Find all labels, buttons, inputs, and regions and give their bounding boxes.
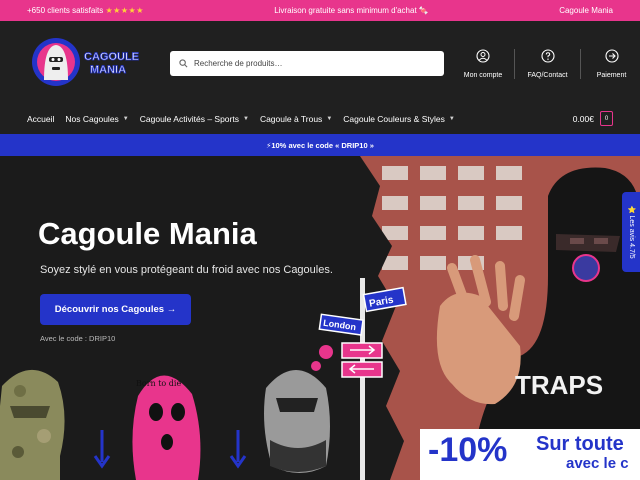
chevron-down-icon: ▼ (326, 115, 333, 122)
hero-section: TRAPS Paris London Born to die Cagoule M… (0, 156, 640, 480)
camo-balaclava-image (0, 369, 65, 480)
nav-item-label: Cagoule Activités – Sports (139, 113, 239, 124)
hero-promo-code: Avec le code : DRIP10 (40, 334, 116, 343)
site-header: CAGOULE MANIA Recherche de produits… Mon… (0, 21, 640, 103)
main-navigation: Accueil Nos Cagoules ▼ Cagoule Activités… (0, 103, 640, 134)
user-icon (476, 49, 490, 63)
satisfied-clients: +650 clients satisfaits ★★★★★ (27, 6, 144, 15)
grey-balaclava-image (264, 370, 330, 473)
nav-item-cagoule-a-trous[interactable]: Cagoule à Trous ▼ (260, 114, 332, 124)
cart-total: 0.00€ (572, 113, 594, 124)
header-actions: Mon compte FAQ/Contact Paiement (452, 49, 640, 79)
site-logo[interactable]: CAGOULE MANIA (30, 36, 145, 88)
search-placeholder: Recherche de produits… (194, 59, 283, 68)
search-icon (179, 59, 188, 68)
account-label: Mon compte (463, 72, 503, 79)
search-input[interactable]: Recherche de produits… (170, 51, 444, 76)
nav-item-label: Cagoule à Trous (259, 113, 323, 124)
logo-text-line1: CAGOULE (84, 51, 139, 63)
nav-item-label: Nos Cagoules (65, 113, 119, 124)
nav-item-label: Cagoule Couleurs & Styles (343, 113, 445, 124)
cart-count: 0 (604, 115, 609, 122)
discover-balaclavas-button[interactable]: Découvrir nos Cagoules → (40, 294, 191, 325)
discount-percent: -10% (428, 431, 508, 469)
hero-subtitle: Soyez stylé en vous protégeant du froid … (40, 264, 333, 276)
promo-text: ⚡10% avec le code « DRIP10 » (266, 140, 374, 150)
faq-contact-link[interactable]: FAQ/Contact (514, 49, 580, 79)
faq-contact-label: FAQ/Contact (527, 72, 568, 79)
top-announcement-bar: +650 clients satisfaits ★★★★★ Livraison … (0, 0, 640, 21)
brand-text: Cagoule Mania (559, 6, 613, 15)
chevron-down-icon: ▼ (242, 115, 249, 122)
payment-link[interactable]: Paiement (580, 49, 640, 79)
nav-item-activites-sports[interactable]: Cagoule Activités – Sports ▼ (140, 114, 249, 124)
free-shipping-text: Livraison gratuite sans minimum d'achat … (274, 6, 429, 15)
discount-banner: -10% Sur toute avec le c (420, 429, 640, 480)
arrow-right-circle-icon (604, 49, 619, 63)
nav-item-label: Accueil (27, 113, 55, 124)
payment-label: Paiement (596, 72, 627, 79)
account-link[interactable]: Mon compte (452, 49, 514, 79)
rating-stars-icon: ★★★★★ (105, 6, 144, 15)
reviews-tab[interactable]: ⭐ Les avis 4.7/5 (622, 192, 640, 272)
chevron-down-icon: ▼ (122, 115, 129, 122)
reviews-tab-label: ⭐ Les avis 4.7/5 (628, 205, 635, 259)
nav-item-couleurs-styles[interactable]: Cagoule Couleurs & Styles ▼ (343, 114, 455, 124)
shopping-bag-icon: 0 (600, 111, 613, 126)
promo-code-bar: ⚡10% avec le code « DRIP10 » (0, 134, 640, 156)
balaclava-text: Born to die (136, 379, 181, 388)
discount-line1: Sur toute (536, 433, 624, 455)
nav-item-nos-cagoules[interactable]: Nos Cagoules ▼ (65, 114, 128, 124)
logo-text-line2: MANIA (90, 64, 126, 76)
hero-title: Cagoule Mania (38, 216, 257, 251)
shirt-text: TRAPS (515, 370, 603, 400)
help-icon (540, 49, 555, 63)
discount-line2: avec le c (566, 455, 629, 472)
nav-item-accueil[interactable]: Accueil (27, 114, 54, 124)
cart-button[interactable]: 0.00€ 0 (573, 111, 613, 126)
chevron-down-icon: ▼ (448, 115, 455, 122)
satisfied-clients-text: +650 clients satisfaits (27, 6, 104, 15)
